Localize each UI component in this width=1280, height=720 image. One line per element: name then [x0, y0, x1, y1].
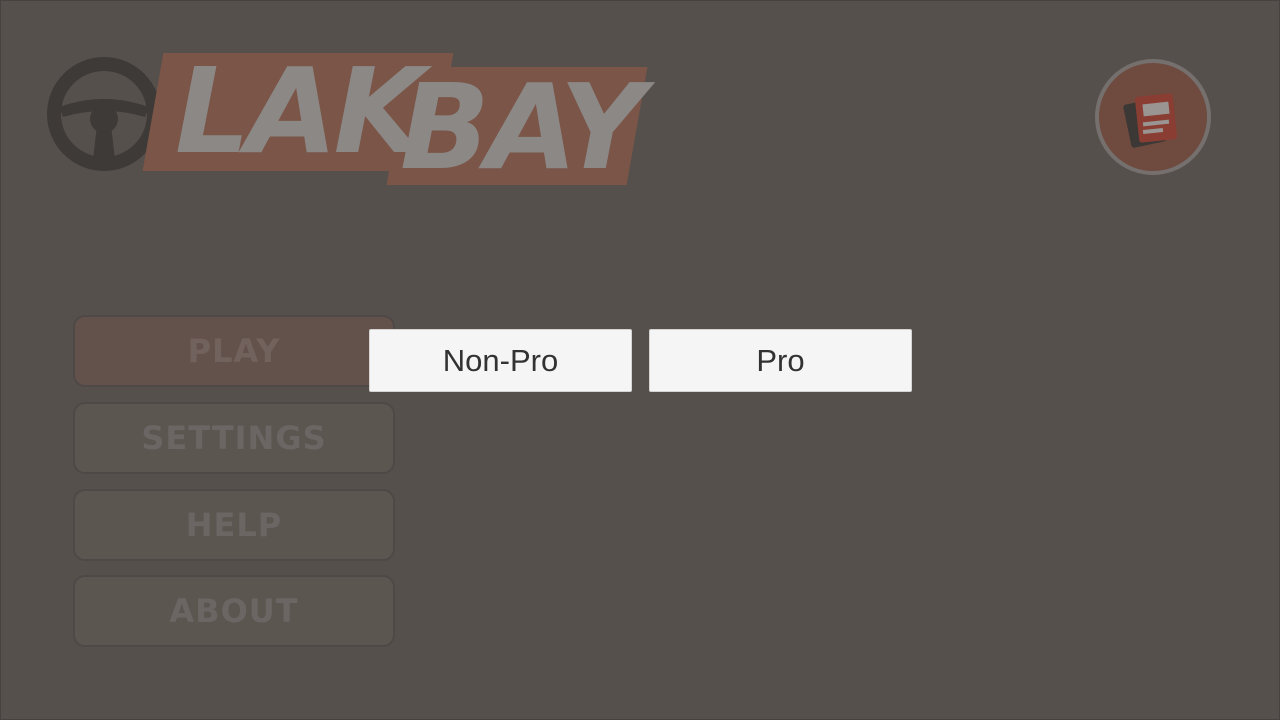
help-button[interactable]: HELP — [73, 489, 395, 561]
about-button[interactable]: ABOUT — [73, 575, 395, 647]
non-pro-button[interactable]: Non-Pro — [369, 329, 632, 392]
license-cards-icon — [1123, 93, 1178, 148]
logo-text-bay: BAY — [400, 58, 645, 196]
pro-button[interactable]: Pro — [649, 329, 912, 392]
license-cards-button[interactable] — [1095, 59, 1211, 175]
play-button[interactable]: PLAY — [73, 315, 395, 387]
logo-text-lak: LAK — [175, 42, 425, 180]
settings-button[interactable]: SETTINGS — [73, 402, 395, 474]
game-logo: LAK BAY — [45, 42, 648, 196]
game-screen: LAK BAY PLAY SETTINGS HELP ABOUT Non-Pro… — [0, 0, 1280, 720]
